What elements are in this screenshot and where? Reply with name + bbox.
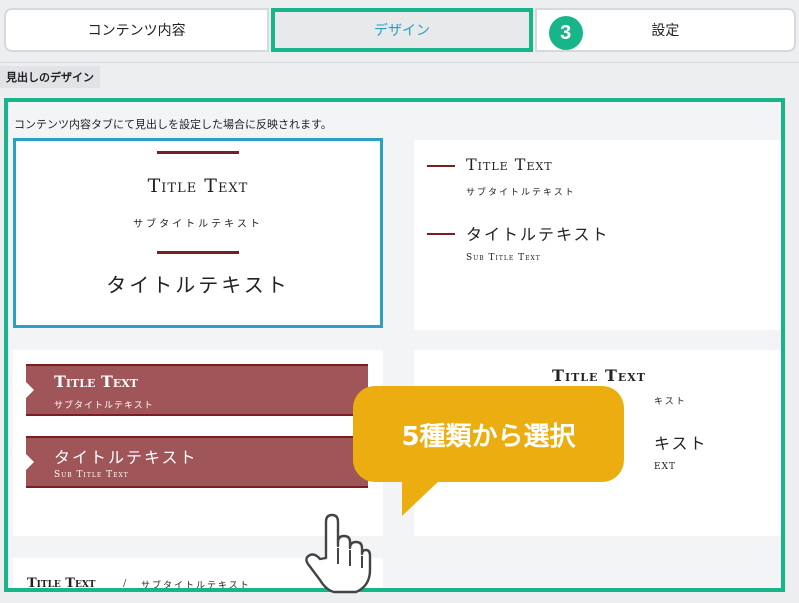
ribbon-notch (25, 453, 34, 471)
ribbon-notch (25, 381, 34, 399)
title-separator: / (123, 578, 127, 589)
card-title: Title Text (552, 366, 646, 385)
decorative-bar (157, 151, 239, 154)
tab-content-label: コンテンツ内容 (87, 23, 186, 39)
step-number-badge: 3 (548, 16, 583, 50)
card-title: Title Text (147, 175, 249, 197)
decorative-line (427, 233, 455, 235)
design-settings-page: コンテンツ内容 デザイン 3 設定 見出しのデザイン コンテンツ内容タブにて見出… (0, 0, 799, 603)
design-options-frame: コンテンツ内容タブにて見出しを設定した場合に反映されます。 Title Text… (4, 98, 785, 592)
tab-content[interactable]: コンテンツ内容 (4, 8, 270, 52)
card-jp-title: タイトルテキスト (54, 448, 198, 467)
ribbon-heading: タイトルテキスト Sub Title Text (25, 436, 368, 488)
card-title: Title Text (27, 576, 96, 591)
description-text: コンテンツ内容タブにて見出しを設定した場合に反映されます。 (14, 118, 332, 131)
hand-pointer-icon (305, 513, 372, 594)
card-jp-title: タイトルテキスト (466, 225, 610, 244)
design-option-3[interactable]: Title Text サブタイトルテキスト タイトルテキスト Sub Title… (13, 350, 383, 536)
tab-design[interactable]: デザイン (271, 8, 533, 52)
card-jp-title: キスト (654, 434, 708, 453)
card-subtitle: サブタイトルテキスト (54, 401, 154, 411)
divider (0, 62, 799, 63)
callout-tail (402, 478, 442, 516)
card-subtitle: サブタイトルテキスト (466, 188, 576, 198)
decorative-bar (157, 251, 239, 254)
ribbon-heading: Title Text サブタイトルテキスト (25, 364, 368, 416)
card-subtitle: サブタイトルテキスト (133, 219, 263, 230)
tab-settings-label: 設定 (651, 23, 680, 39)
tab-design-label: デザイン (374, 23, 430, 39)
card-subtitle: キスト (654, 397, 687, 407)
section-label: 見出しのデザイン (0, 66, 100, 88)
card-title: Title Text (466, 155, 553, 174)
card-jp-subtitle: Sub Title Text (54, 470, 129, 480)
card-jp-subtitle: Sub Title Text (466, 253, 541, 263)
tab-settings[interactable]: 3 設定 (534, 8, 796, 52)
card-subtitle: サブタイトルテキスト (141, 581, 251, 591)
callout-bubble: 5種類から選択 (353, 386, 624, 482)
card-jp-subtitle: EXT (654, 462, 676, 472)
design-option-2[interactable]: Title Text サブタイトルテキスト タイトルテキスト Sub Title… (414, 140, 781, 330)
design-option-1[interactable]: Title Text サブタイトルテキスト タイトルテキスト (13, 138, 383, 328)
card-title: Title Text (54, 372, 138, 391)
decorative-line (427, 165, 455, 167)
tab-bar: コンテンツ内容 デザイン 3 設定 (4, 8, 796, 52)
card-jp-title: タイトルテキスト (106, 273, 290, 297)
